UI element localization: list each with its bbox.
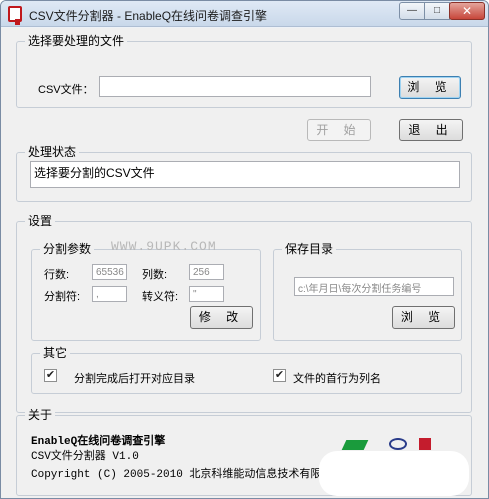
start-button[interactable]: 开 始 [307, 119, 371, 141]
save-dir-browse-button[interactable]: 浏 览 [392, 306, 455, 329]
about-product: EnableQ在线问卷调查引擎 [31, 436, 166, 448]
separator-label: 分割符: [44, 291, 81, 303]
split-params-legend: 分割参数 [40, 242, 95, 256]
settings-legend: 设置 [25, 214, 56, 228]
open-dir-label: 分割完成后打开对应目录 [74, 373, 195, 385]
file-select-legend: 选择要处理的文件 [25, 34, 128, 48]
separator-input[interactable]: , [92, 286, 127, 302]
watermark-overlay [319, 451, 469, 496]
rows-label: 行数: [44, 269, 70, 281]
first-row-header-checkbox[interactable]: ✔ [273, 369, 286, 382]
csv-file-input[interactable] [99, 76, 371, 97]
first-row-header-label: 文件的首行为列名 [293, 373, 381, 385]
about-version: CSV文件分割器 V1.0 [31, 451, 139, 463]
escape-input[interactable]: " [189, 286, 224, 302]
title-bar[interactable]: CSV文件分割器 - EnableQ在线问卷调查引擎 — □ ✕ [1, 1, 488, 27]
close-icon: ✕ [461, 4, 473, 18]
minimize-icon: — [407, 5, 417, 16]
save-dir-input[interactable]: c:\年月日\每次分割任务编号 [294, 277, 454, 296]
status-display: 选择要分割的CSV文件 [30, 161, 460, 188]
app-icon [8, 6, 22, 25]
rows-input[interactable]: 65536 [92, 264, 127, 280]
cols-label: 列数: [142, 269, 168, 281]
brand-logo-accent [419, 438, 431, 450]
brand-logo-mark [389, 438, 407, 450]
status-legend: 处理状态 [25, 145, 80, 159]
maximize-icon: □ [433, 5, 441, 16]
about-legend: 关于 [25, 408, 56, 422]
close-button[interactable]: ✕ [449, 2, 485, 20]
cols-input[interactable]: 256 [189, 264, 224, 280]
dialog-body: 选择要处理的文件 CSV文件： 浏 览 开 始 退 出 处理状态 选择要分割的C… [1, 28, 488, 498]
csv-file-label: CSV文件： [38, 84, 94, 96]
brand-logo [341, 440, 369, 450]
open-dir-checkbox[interactable]: ✔ [44, 369, 57, 382]
app-window: CSV文件分割器 - EnableQ在线问卷调查引擎 — □ ✕ 选择要处理的文… [0, 0, 489, 499]
exit-button[interactable]: 退 出 [399, 119, 463, 141]
minimize-button[interactable]: — [399, 2, 425, 20]
status-text: 选择要分割的CSV文件 [34, 166, 155, 180]
csv-browse-button[interactable]: 浏 览 [399, 76, 461, 99]
save-dir-legend: 保存目录 [282, 242, 337, 256]
maximize-button[interactable]: □ [424, 2, 450, 20]
about-copyright: Copyright (C) 2005-2010 北京科维能动信息技术有限公司 [31, 469, 344, 481]
window-title: CSV文件分割器 - EnableQ在线问卷调查引擎 [29, 9, 268, 23]
modify-button[interactable]: 修 改 [190, 306, 253, 329]
watermark-text: WWW.9UPK.COM [111, 239, 217, 254]
other-legend: 其它 [40, 346, 71, 360]
escape-label: 转义符: [142, 291, 179, 303]
